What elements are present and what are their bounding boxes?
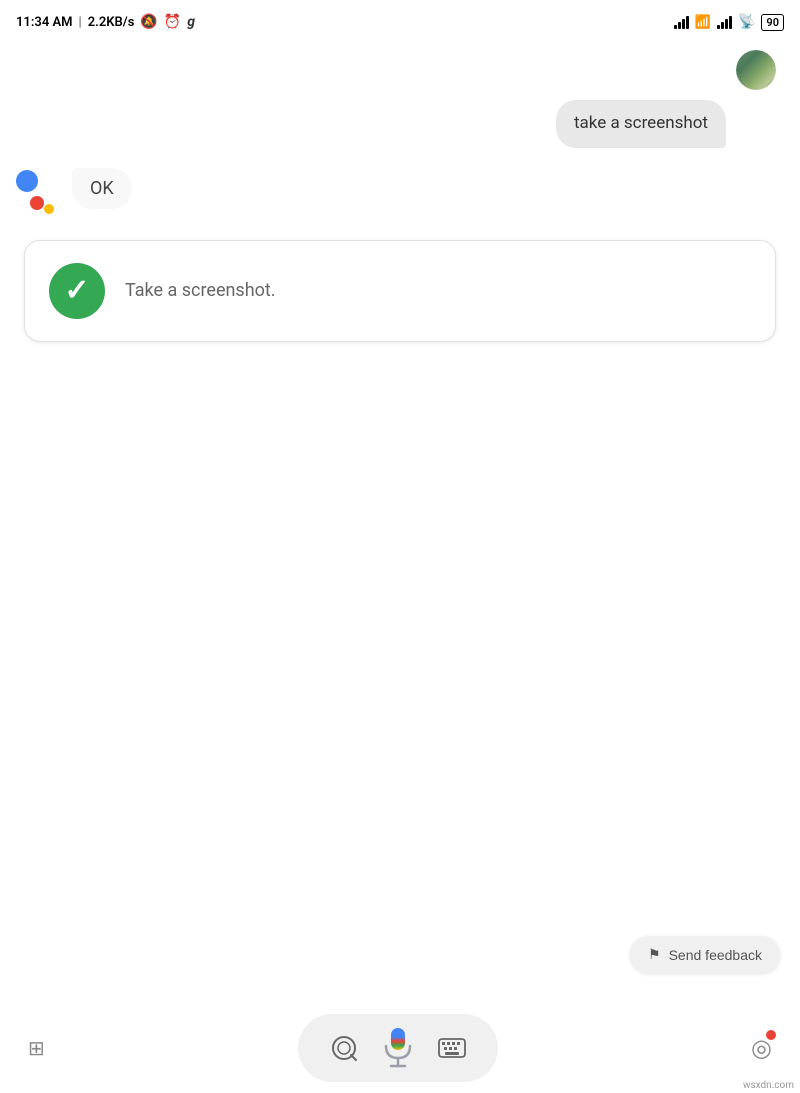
speed-display: 2.2KB/s xyxy=(88,15,135,30)
card-view-button[interactable]: ⊞ xyxy=(20,1028,53,1069)
compass-badge xyxy=(766,1030,776,1040)
mic-button[interactable] xyxy=(382,1026,414,1070)
bottom-toolbar: ⊞ xyxy=(0,1003,800,1093)
dot-yellow xyxy=(44,204,54,214)
card-view-icon: ⊞ xyxy=(28,1036,45,1061)
keyboard-button[interactable] xyxy=(438,1038,466,1058)
feedback-icon: ⚑ xyxy=(648,946,661,963)
keyboard-icon xyxy=(438,1038,466,1058)
input-controls xyxy=(298,1014,498,1082)
mute-icon: 🔕 xyxy=(140,14,157,30)
lens-icon xyxy=(330,1034,358,1062)
dot-red xyxy=(30,196,44,210)
user-bubble: take a screenshot xyxy=(556,100,726,148)
checkmark-icon: ✓ xyxy=(64,276,89,306)
battery-display: 90 xyxy=(761,14,784,31)
google-assistant-logo xyxy=(16,170,66,220)
action-card-text: Take a screenshot. xyxy=(125,278,276,303)
status-left: 11:34 AM | 2.2KB/s 🔕 ⏰ g xyxy=(16,14,195,30)
send-feedback-button[interactable]: ⚑ Send feedback xyxy=(630,936,780,973)
wifi-icon: 📡 xyxy=(738,14,755,30)
feedback-label: Send feedback xyxy=(669,947,762,963)
action-card: ✓ Take a screenshot. xyxy=(24,240,776,342)
chat-area: take a screenshot OK ✓ Take a screenshot… xyxy=(0,40,800,364)
separator: | xyxy=(79,15,82,30)
status-right: 📶 📡 90 xyxy=(674,14,784,31)
lens-button[interactable] xyxy=(330,1034,358,1062)
user-message-container: take a screenshot xyxy=(16,50,784,148)
status-bar: 11:34 AM | 2.2KB/s 🔕 ⏰ g 📶 📡 90 xyxy=(0,0,800,40)
alarm-icon: ⏰ xyxy=(164,14,181,30)
signal-bars-2-icon xyxy=(717,15,732,29)
time-display: 11:34 AM xyxy=(16,15,73,30)
signal-bars-icon xyxy=(674,15,689,29)
assistant-bubble: OK xyxy=(72,168,132,209)
user-avatar xyxy=(736,50,776,90)
g-icon: g xyxy=(187,14,195,30)
compass-container: ◎ xyxy=(751,1034,772,1063)
user-avatar-image xyxy=(736,50,776,90)
mic-icon xyxy=(382,1026,414,1070)
checkmark-circle: ✓ xyxy=(49,263,105,319)
assistant-message-container: OK xyxy=(16,168,784,220)
dot-blue xyxy=(16,170,38,192)
watermark: wsxdn.com xyxy=(743,1080,794,1091)
assistant-dots xyxy=(16,170,60,214)
data-icon: 📶 xyxy=(695,15,711,30)
explore-button[interactable]: ◎ xyxy=(743,1026,780,1071)
